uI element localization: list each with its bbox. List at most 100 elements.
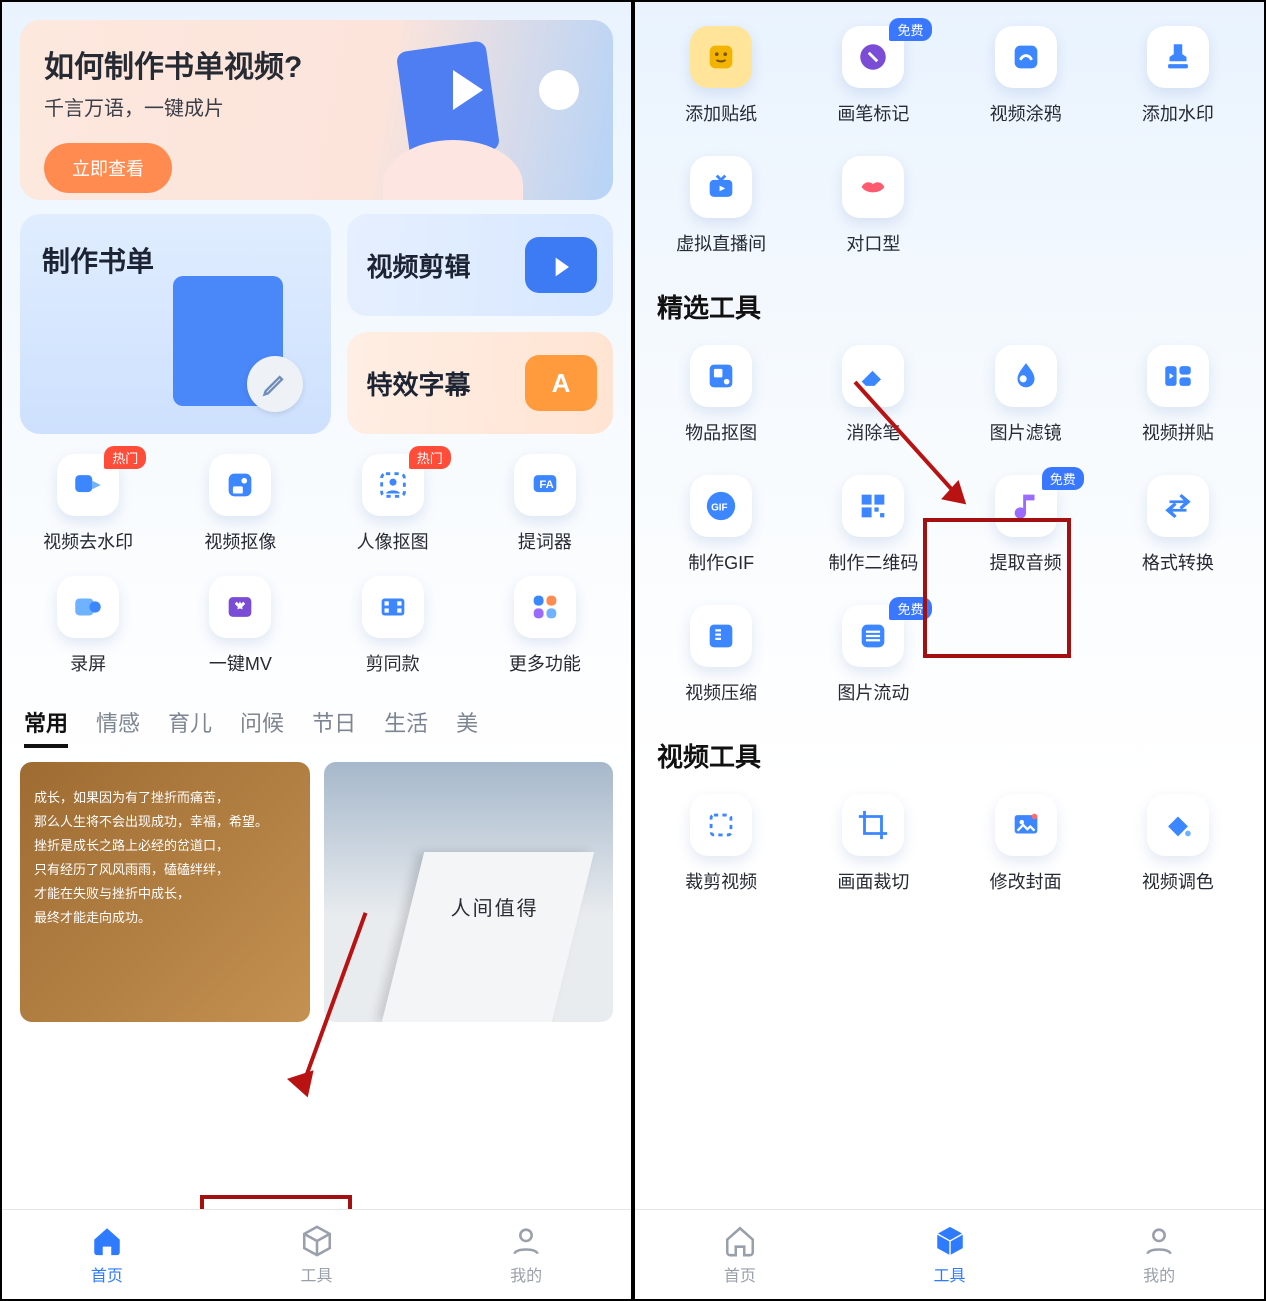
tool-row-2: 虚拟直播间 对口型 [645, 150, 1254, 266]
tool-video-cutout[interactable]: 视频抠像 [164, 448, 316, 564]
nav-tools[interactable]: 工具 [212, 1210, 422, 1299]
play-icon [453, 70, 483, 110]
nav-label: 我的 [510, 1262, 542, 1286]
tool-remove-watermark[interactable]: 热门 视频去水印 [12, 448, 164, 564]
nav-label: 首页 [724, 1262, 756, 1286]
screen-home: 如何制作书单视频? 千言万语，一键成片 立即查看 制作书单 视频剪辑 [0, 0, 633, 1301]
book-illustration: 人间值得 [382, 852, 594, 1022]
tool-image-filter[interactable]: 图片滤镜 [950, 339, 1102, 455]
tab-life[interactable]: 生活 [384, 706, 428, 748]
tool-portrait-cutout[interactable]: 热门 人像抠图 [317, 448, 469, 564]
category-tabs: 常用 情感 育儿 问候 节日 生活 美 [24, 706, 609, 748]
paint-bucket-icon [1147, 794, 1209, 856]
tool-label: 视频涂鸦 [990, 100, 1062, 126]
convert-icon [1147, 475, 1209, 537]
user-icon [509, 1224, 543, 1258]
tab-greeting[interactable]: 问候 [240, 706, 284, 748]
stamp-icon [1147, 26, 1209, 88]
section-featured-tools: 精选工具 [657, 288, 1242, 325]
tool-teleprompter[interactable]: FA 提词器 [469, 448, 621, 564]
template-card-quote[interactable]: 成长，如果因为有了挫折而痛苦， 那么人生将不会出现成功，幸福，希望。 挫折是成长… [20, 762, 310, 1022]
tool-label: 格式转换 [1142, 549, 1214, 575]
video-crop-icon [525, 237, 597, 293]
fx-subtitle-tile[interactable]: 特效字幕 A [347, 332, 614, 434]
sticker-icon [690, 26, 752, 88]
quote-text: 成长，如果因为有了挫折而痛苦， 那么人生将不会出现成功，幸福，希望。 挫折是成长… [34, 786, 296, 930]
tool-trim-video[interactable]: 裁剪视频 [645, 788, 797, 904]
pen-icon [539, 70, 579, 110]
banner-subtitle: 千言万语，一键成片 [44, 92, 589, 121]
nav-tools[interactable]: 工具 [845, 1210, 1055, 1299]
tab-festival[interactable]: 节日 [312, 706, 356, 748]
tool-make-gif[interactable]: GIF 制作GIF [645, 469, 797, 585]
tool-video-compress[interactable]: 视频压缩 [645, 599, 797, 715]
tool-label: 剪同款 [366, 650, 420, 676]
tutorial-banner[interactable]: 如何制作书单视频? 千言万语，一键成片 立即查看 [20, 20, 613, 200]
tool-add-sticker[interactable]: 添加贴纸 [645, 20, 797, 136]
trim-icon [690, 794, 752, 856]
tool-label: 录屏 [70, 650, 106, 676]
tile-label: 制作书单 [42, 240, 309, 280]
svg-text:GIF: GIF [711, 502, 728, 513]
collage-icon [1147, 345, 1209, 407]
tool-object-cutout[interactable]: 物品抠图 [645, 339, 797, 455]
free-badge: 免费 [1042, 467, 1084, 490]
tool-video-color[interactable]: 视频调色 [1102, 788, 1254, 904]
cube-icon [933, 1224, 967, 1258]
tool-label: 画面裁切 [837, 868, 909, 894]
template-card-book[interactable]: 人间值得 [324, 762, 614, 1022]
tool-video-doodle[interactable]: 视频涂鸦 [950, 20, 1102, 136]
nav-home[interactable]: 首页 [2, 1210, 212, 1299]
filmstrip-icon [362, 576, 424, 638]
tool-grid-1: 热门 视频去水印 视频抠像 热门 人像抠图 [12, 448, 621, 686]
doodle-icon [995, 26, 1057, 88]
tab-beauty[interactable]: 美 [456, 706, 478, 748]
tool-more[interactable]: 更多功能 [469, 570, 621, 686]
tool-label: 添加水印 [1142, 100, 1214, 126]
nav-mine[interactable]: 我的 [1054, 1210, 1264, 1299]
compress-icon [690, 605, 752, 667]
tool-add-watermark[interactable]: 添加水印 [1102, 20, 1254, 136]
more-icon [514, 576, 576, 638]
tool-eraser[interactable]: 消除笔 [797, 339, 949, 455]
banner-cta-button[interactable]: 立即查看 [44, 143, 172, 193]
tool-crop-frame[interactable]: 画面裁切 [797, 788, 949, 904]
sparkle-a-icon: A [525, 355, 597, 411]
free-badge: 免费 [889, 18, 931, 41]
nav-mine[interactable]: 我的 [421, 1210, 631, 1299]
tool-label: 视频去水印 [43, 528, 133, 554]
screen-tools: 添加贴纸 免费 画笔标记 视频涂鸦 添加水印 [633, 0, 1266, 1301]
tab-parent[interactable]: 育儿 [168, 706, 212, 748]
tool-format-convert[interactable]: 格式转换 [1102, 469, 1254, 585]
edit-icon [247, 356, 303, 412]
tab-common[interactable]: 常用 [24, 706, 68, 748]
make-booklist-tile[interactable]: 制作书单 [20, 214, 331, 434]
book-title: 人间值得 [451, 892, 539, 921]
tool-brush-mark[interactable]: 免费 画笔标记 [797, 20, 949, 136]
tile-label: 特效字幕 [367, 365, 471, 402]
hot-badge: 热门 [104, 446, 146, 469]
tab-emotion[interactable]: 情感 [96, 706, 140, 748]
tool-screen-record[interactable]: 录屏 [12, 570, 164, 686]
nav-label: 首页 [91, 1262, 123, 1286]
tool-label: 视频抠像 [204, 528, 276, 554]
home-icon [90, 1224, 124, 1258]
tool-video-collage[interactable]: 视频拼贴 [1102, 339, 1254, 455]
tool-label: 画笔标记 [837, 100, 909, 126]
tool-label: 制作GIF [688, 549, 754, 575]
tool-lipsync[interactable]: 对口型 [797, 150, 949, 266]
video-edit-tile[interactable]: 视频剪辑 [347, 214, 614, 316]
user-icon [1142, 1224, 1176, 1258]
tool-label: 物品抠图 [685, 419, 757, 445]
tool-row-1: 添加贴纸 免费 画笔标记 视频涂鸦 添加水印 [645, 20, 1254, 136]
tool-change-cover[interactable]: 修改封面 [950, 788, 1102, 904]
tool-one-click-mv[interactable]: 一键MV [164, 570, 316, 686]
tool-virtual-live[interactable]: 虚拟直播间 [645, 150, 797, 266]
hot-badge: 热门 [409, 446, 451, 469]
tool-cut-same[interactable]: 剪同款 [317, 570, 469, 686]
nav-label: 工具 [934, 1262, 966, 1286]
tool-label: 图片流动 [837, 679, 909, 705]
nav-home[interactable]: 首页 [635, 1210, 845, 1299]
crop-icon [842, 794, 904, 856]
tool-label: 提词器 [518, 528, 572, 554]
